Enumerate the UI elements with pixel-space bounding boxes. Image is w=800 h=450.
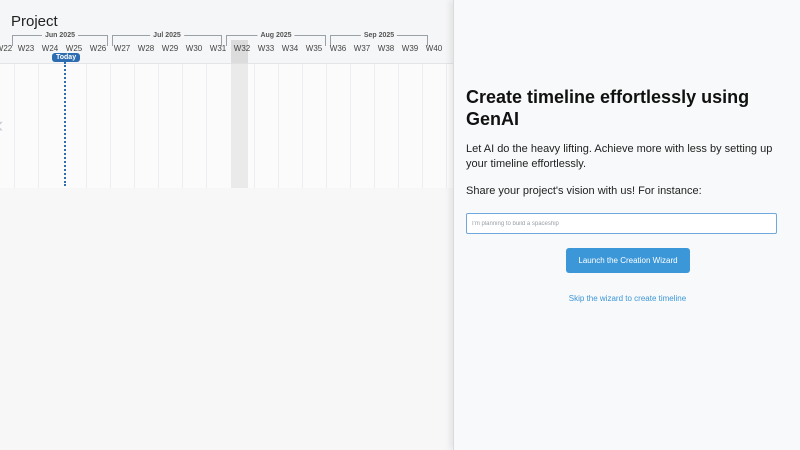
current-week-column — [231, 63, 248, 188]
today-badge: Today — [52, 53, 81, 62]
grid-line — [110, 64, 111, 189]
genai-panel: Create timeline effortlessly using GenAI… — [453, 0, 800, 450]
month-label: Jun 2025 — [42, 32, 78, 39]
month-label: Aug 2025 — [257, 32, 295, 39]
panel-title: Create timeline effortlessly using GenAI — [466, 87, 750, 129]
launch-wizard-button[interactable]: Launch the Creation Wizard — [566, 248, 690, 273]
week-label: W31 — [209, 44, 227, 53]
week-label: W28 — [137, 44, 155, 53]
week-label: W34 — [281, 44, 299, 53]
week-label: W30 — [185, 44, 203, 53]
week-label: W25 — [65, 44, 83, 53]
grid-line — [158, 64, 159, 189]
week-label: W26 — [89, 44, 107, 53]
week-label: W23 — [17, 44, 35, 53]
week-label: W36 — [329, 44, 347, 53]
grid-line — [302, 64, 303, 189]
grid-line — [326, 64, 327, 189]
grid-line — [134, 64, 135, 189]
week-label: W37 — [353, 44, 371, 53]
week-label: W39 — [401, 44, 419, 53]
grid-line — [278, 64, 279, 189]
project-title: Project — [11, 13, 58, 30]
grid-line — [14, 64, 15, 189]
timeline-area: Project Jun 2025 Jul 2025 Aug 2025 Sep 2… — [0, 0, 453, 450]
week-label: W40 — [425, 44, 443, 53]
week-label: W33 — [257, 44, 275, 53]
grid-line — [254, 64, 255, 189]
grid-line — [182, 64, 183, 189]
grid-line — [86, 64, 87, 189]
grid-line — [374, 64, 375, 189]
week-label: W24 — [41, 44, 59, 53]
skip-wizard-link[interactable]: Skip the wizard to create timeline — [454, 294, 800, 303]
panel-description: Let AI do the heavy lifting. Achieve mor… — [466, 143, 773, 170]
grid-line — [350, 64, 351, 189]
scroll-left-icon[interactable]: ‹ — [0, 113, 10, 137]
week-label: W35 — [305, 44, 323, 53]
project-vision-input[interactable] — [466, 213, 777, 234]
week-label: W32 — [233, 44, 251, 53]
timeline-empty-area — [0, 188, 453, 450]
month-label: Sep 2025 — [360, 32, 398, 39]
week-label: W27 — [113, 44, 131, 53]
grid-line — [446, 64, 447, 189]
grid-line — [398, 64, 399, 189]
grid-line — [422, 64, 423, 189]
timeline-grid[interactable] — [0, 63, 453, 189]
month-label: Jul 2025 — [150, 32, 184, 39]
grid-line — [38, 64, 39, 189]
week-label: W29 — [161, 44, 179, 53]
grid-line — [206, 64, 207, 189]
week-label: W38 — [377, 44, 395, 53]
today-marker-line — [64, 62, 66, 186]
panel-prompt: Share your project's vision with us! For… — [466, 185, 702, 197]
